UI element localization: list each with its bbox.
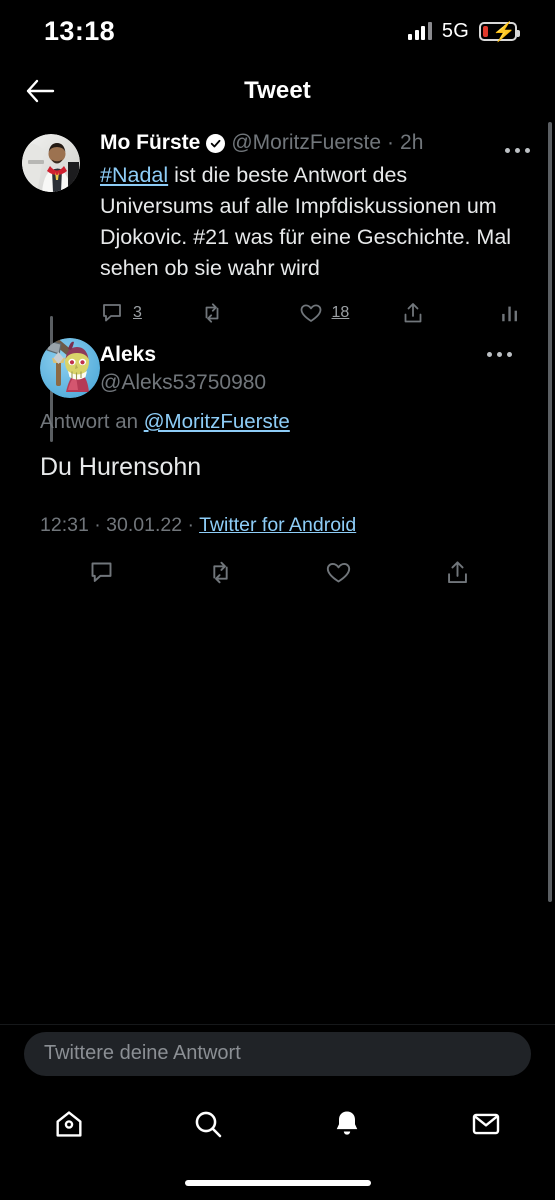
reply-icon bbox=[91, 562, 112, 582]
like-button[interactable]: 18 bbox=[299, 301, 401, 325]
nav-item-home[interactable] bbox=[0, 1088, 139, 1160]
nav-item-notifications[interactable] bbox=[278, 1088, 417, 1160]
share-icon bbox=[404, 303, 422, 323]
home-indicator bbox=[184, 1180, 371, 1186]
share-button[interactable] bbox=[401, 301, 499, 325]
author-display-name[interactable]: Mo Fürste bbox=[100, 131, 200, 155]
like-count: 18 bbox=[331, 304, 350, 321]
parent-tweet-body: Mo Fürste @MoritzFuerste · 2h #Nadal ist… bbox=[100, 128, 537, 330]
retweet-icon bbox=[205, 303, 219, 323]
reply-input[interactable]: Twittere deine Antwort bbox=[24, 1031, 531, 1076]
reply-to-handle-link[interactable]: @MoritzFuerste bbox=[144, 410, 290, 433]
avatar-image bbox=[22, 134, 80, 192]
battery-charging-icon: ⚡ bbox=[479, 21, 520, 43]
reply-icon bbox=[103, 304, 121, 322]
verified-badge-icon bbox=[206, 133, 226, 153]
thread-container: Mo Fürste @MoritzFuerste · 2h #Nadal ist… bbox=[0, 120, 555, 1030]
back-arrow-icon bbox=[26, 79, 55, 103]
author-handle[interactable]: @MoritzFuerste bbox=[231, 131, 381, 155]
reply-tweet[interactable]: Aleks @Aleks53750980 Antwort an @MoritzF… bbox=[0, 332, 555, 591]
page-header: Tweet bbox=[0, 62, 555, 120]
more-options-button[interactable] bbox=[499, 136, 535, 164]
more-options-icon bbox=[486, 351, 492, 357]
parent-tweet-action-bar: 3 18 bbox=[100, 296, 521, 330]
like-heart-icon bbox=[300, 304, 321, 322]
status-time: 13:18 bbox=[44, 15, 116, 46]
avatar-mo-fuerste[interactable] bbox=[22, 134, 80, 192]
nav-item-search[interactable] bbox=[139, 1088, 278, 1160]
tweet-date: 30.01.22 bbox=[106, 514, 183, 536]
bell-icon bbox=[336, 1111, 358, 1135]
twitter-tweet-detail-screen: 13:18 5G ⚡ Tweet Mo Fürste @MoritzFuerst… bbox=[0, 0, 555, 1200]
parent-tweet[interactable]: Mo Fürste @MoritzFuerste · 2h #Nadal ist… bbox=[0, 128, 555, 330]
page-title: Tweet bbox=[244, 77, 311, 104]
search-icon bbox=[195, 1111, 222, 1138]
reply-input-placeholder: Twittere deine Antwort bbox=[44, 1042, 241, 1064]
analytics-button[interactable] bbox=[499, 302, 521, 324]
reply-author-handle[interactable]: @Aleks53750980 bbox=[100, 368, 537, 397]
parent-tweet-text: #Nadal ist die beste Antwort des Univers… bbox=[100, 160, 521, 284]
status-bar: 13:18 5G ⚡ bbox=[0, 0, 555, 62]
meta-separator-1: · bbox=[94, 514, 101, 536]
more-options-icon bbox=[504, 147, 510, 153]
avatar-aleks[interactable] bbox=[40, 338, 100, 398]
network-type-label: 5G bbox=[441, 19, 469, 42]
bottom-navigation bbox=[0, 1088, 555, 1160]
home-icon bbox=[56, 1111, 82, 1137]
reply-tweet-action-bar bbox=[40, 559, 515, 591]
reply-button[interactable] bbox=[88, 559, 115, 591]
retweet-button[interactable] bbox=[200, 301, 298, 325]
retweet-icon bbox=[213, 561, 228, 584]
analytics-bars-icon bbox=[502, 306, 517, 322]
reply-composer-bar: Twittere deine Antwort bbox=[0, 1024, 555, 1082]
parent-tweet-author-row: Mo Fürste @MoritzFuerste · 2h bbox=[100, 128, 521, 158]
cellular-bars-icon bbox=[408, 22, 432, 40]
reply-count: 3 bbox=[133, 304, 142, 321]
hashtag-link-nadal[interactable]: #Nadal bbox=[100, 163, 168, 187]
vertical-scrollbar[interactable] bbox=[548, 122, 552, 902]
tweet-time: 12:31 bbox=[40, 514, 89, 536]
more-options-button[interactable] bbox=[481, 340, 517, 368]
reply-tweet-author: Aleks @Aleks53750980 bbox=[100, 332, 537, 397]
retweet-button[interactable] bbox=[207, 559, 234, 591]
reply-tweet-header: Aleks @Aleks53750980 bbox=[18, 332, 537, 406]
tweet-client-link[interactable]: Twitter for Android bbox=[199, 514, 356, 536]
reply-to-line: Antwort an @MoritzFuerste bbox=[40, 410, 537, 434]
avatar-image bbox=[40, 338, 100, 398]
like-button[interactable] bbox=[325, 559, 352, 591]
reply-tweet-text: Du Hurensohn bbox=[40, 453, 202, 481]
tweet-timestamp: 2h bbox=[400, 131, 424, 154]
reply-tweet-metadata: 12:31 · 30.01.22 · Twitter for Android bbox=[40, 514, 537, 537]
share-button[interactable] bbox=[444, 559, 471, 591]
reply-to-prefix: Antwort an bbox=[40, 410, 138, 433]
nav-item-messages[interactable] bbox=[416, 1088, 555, 1160]
reply-author-display-name[interactable]: Aleks bbox=[100, 342, 537, 368]
share-icon bbox=[448, 561, 467, 584]
back-button[interactable] bbox=[18, 69, 62, 113]
author-separator: · bbox=[387, 131, 395, 154]
like-heart-icon bbox=[327, 562, 351, 583]
reply-button[interactable]: 3 bbox=[100, 301, 200, 325]
meta-separator-2: · bbox=[187, 514, 194, 536]
envelope-icon bbox=[472, 1113, 499, 1135]
status-indicators: 5G ⚡ bbox=[408, 19, 520, 43]
